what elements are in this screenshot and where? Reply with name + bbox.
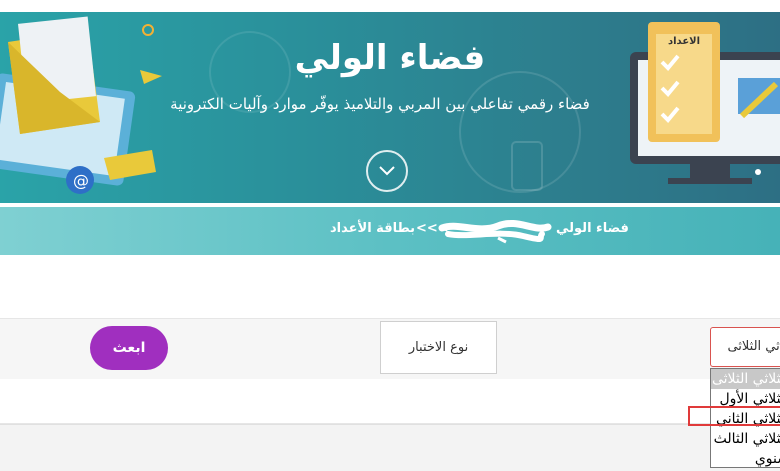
redaction-scribble xyxy=(438,219,552,244)
term-select[interactable]: الثلاثي الثلاثى xyxy=(710,327,780,367)
content-row xyxy=(0,379,780,424)
breadcrumb-current: بطاقة الأعداد xyxy=(330,221,416,236)
footer-row xyxy=(0,424,780,471)
test-type-select[interactable]: نوع الاختبار xyxy=(380,321,497,374)
page-title: فضاء الولي xyxy=(294,38,486,78)
breadcrumb: فضاء الولي >>> بطاقة الأعداد xyxy=(0,207,780,255)
scroll-down-button[interactable] xyxy=(366,150,408,192)
term-option-selected[interactable]: الثلاثي الثلاثى xyxy=(711,369,780,389)
chevron-down-icon xyxy=(379,166,395,176)
page-subtitle: فضاء رقمي تفاعلي بين المربي والتلاميذ يو… xyxy=(170,95,590,113)
filter-row: ابعث نوع الاختبار الثلاثي الثلاثى xyxy=(0,318,780,380)
submit-button[interactable]: ابعث xyxy=(90,326,168,370)
hero-banner: @ الاعداد فضاء الولي فضاء رقمي تفاعلي بي… xyxy=(0,12,780,203)
highlight-box xyxy=(688,406,780,426)
svg-text:@: @ xyxy=(73,171,89,190)
term-option-third[interactable]: الثلاثي الثالث xyxy=(711,429,780,449)
term-option-annual[interactable]: سنوي xyxy=(711,449,780,467)
breadcrumb-home[interactable]: فضاء الولي xyxy=(556,221,629,236)
